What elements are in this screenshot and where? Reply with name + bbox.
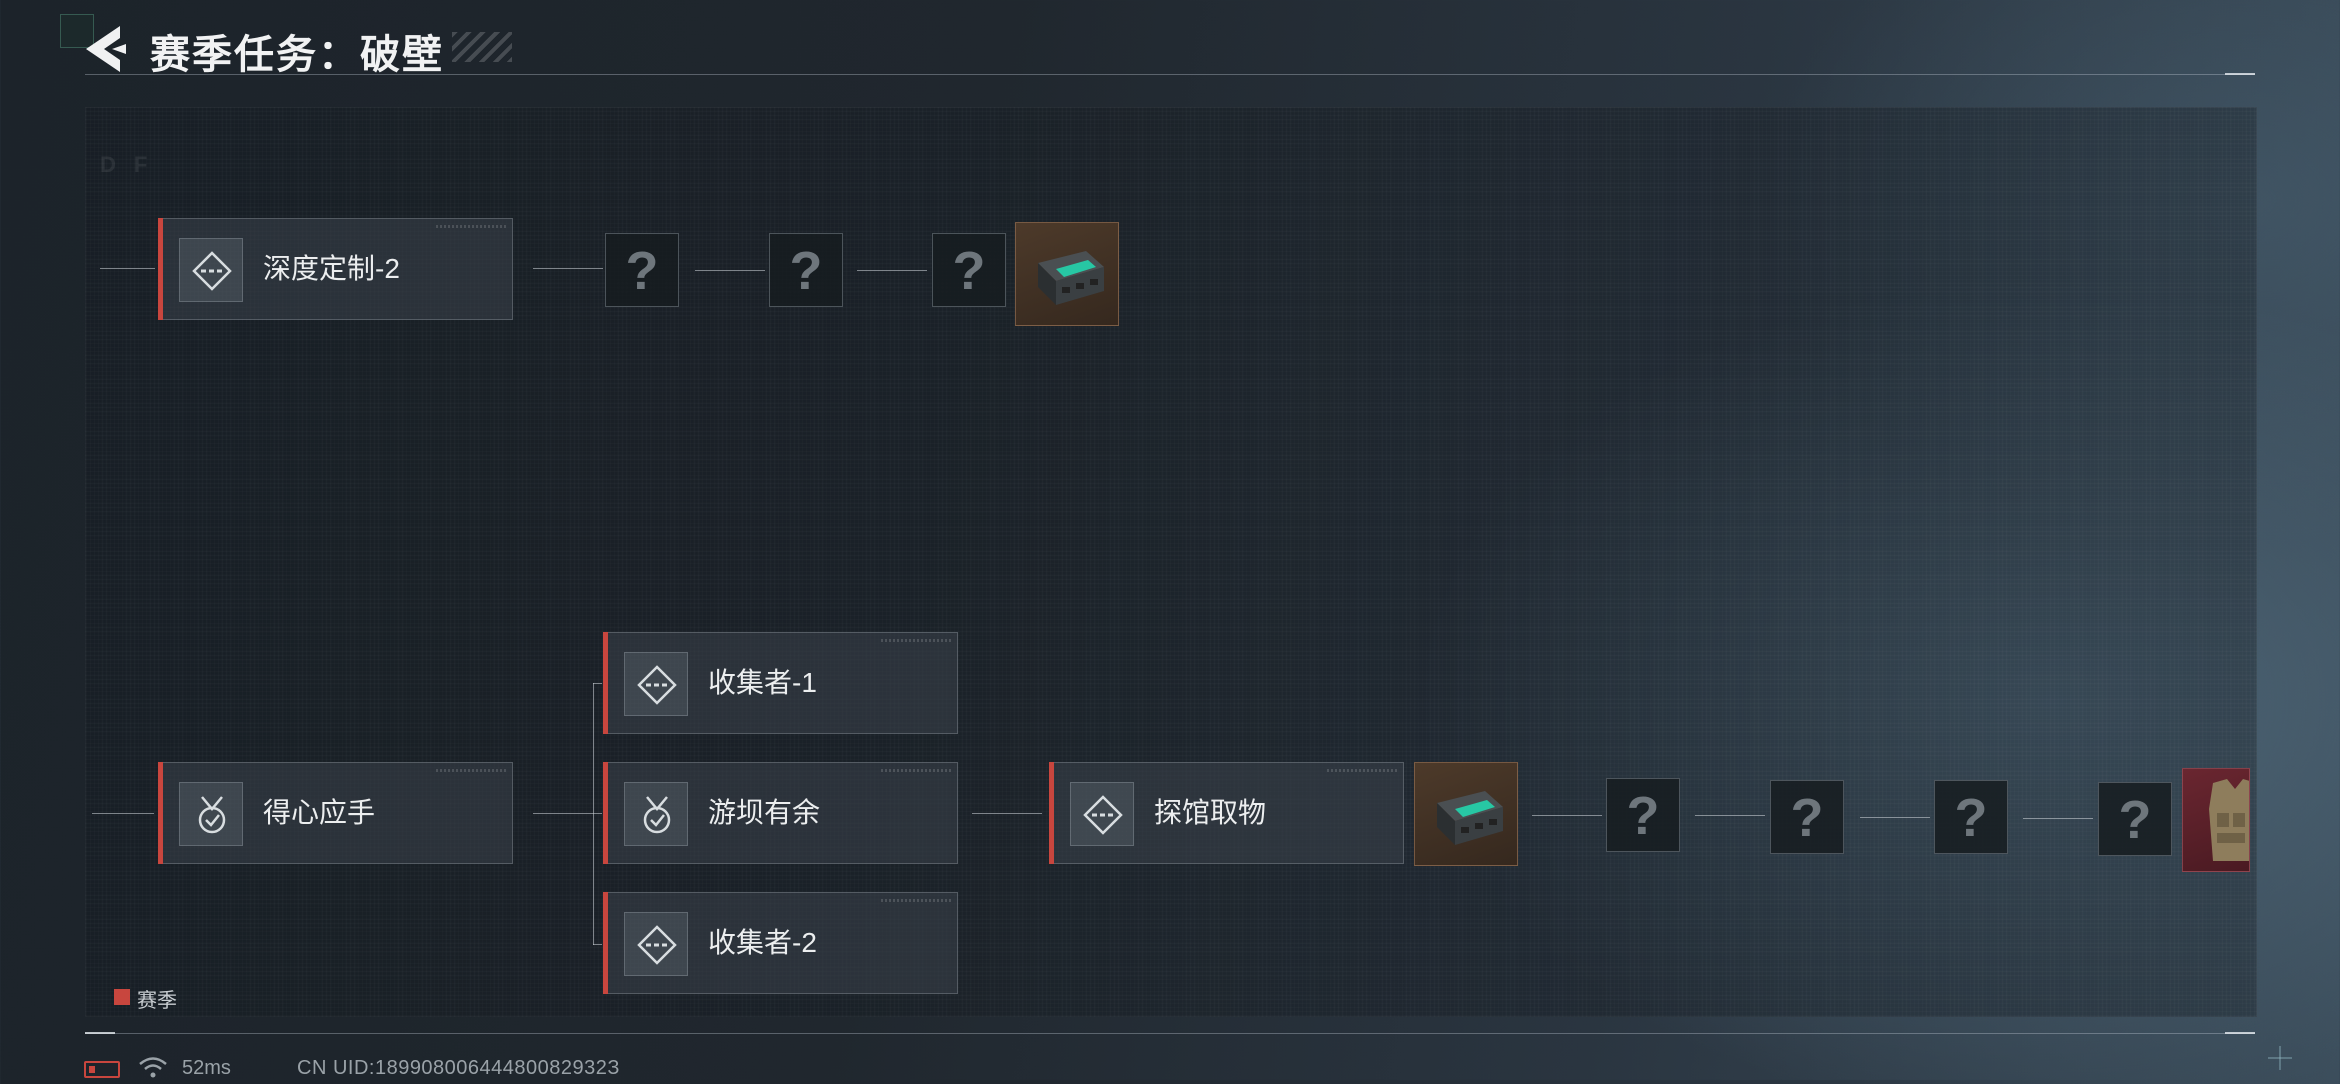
body-armor-icon <box>2209 779 2249 861</box>
header-divider <box>85 74 2255 75</box>
connector <box>1532 815 1602 816</box>
connector <box>92 813 154 814</box>
connector <box>593 944 602 945</box>
locked-reward-box[interactable]: ? <box>605 233 679 307</box>
connector <box>593 813 602 814</box>
task-label: 收集者-1 <box>708 667 817 698</box>
task-node-explore[interactable]: 探馆取物 <box>1049 762 1404 864</box>
diamond-dash-icon <box>179 238 243 302</box>
medal-check-icon <box>624 782 688 846</box>
battery-level <box>89 1066 95 1073</box>
connector <box>2023 818 2093 819</box>
task-label: 深度定制-2 <box>263 253 400 284</box>
locked-reward-box[interactable]: ? <box>2098 782 2172 856</box>
diamond-dash-icon <box>624 652 688 716</box>
reward-ammo-case[interactable] <box>1414 762 1518 866</box>
legend-label: 赛季 <box>137 990 177 1012</box>
task-label: 探馆取物 <box>1154 797 1267 828</box>
connector <box>533 813 593 814</box>
connector <box>533 268 603 269</box>
locked-reward-box[interactable]: ? <box>1606 778 1680 852</box>
footer-divider-accent <box>2225 1032 2255 1034</box>
connector <box>695 270 765 271</box>
task-node-deep-custom[interactable]: 深度定制-2 <box>158 218 513 320</box>
locked-reward-box[interactable]: ? <box>1934 780 2008 854</box>
title-decoration <box>452 32 512 62</box>
task-node-spare[interactable]: 游坝有余 <box>603 762 958 864</box>
ping-text: 52ms <box>182 1057 231 1079</box>
task-node-collector-2[interactable]: 收集者-2 <box>603 892 958 994</box>
legend-color-swatch <box>114 989 130 1005</box>
connector <box>100 268 155 269</box>
reward-body-armor[interactable] <box>2182 768 2250 872</box>
connector <box>857 270 927 271</box>
reward-ammo-case[interactable] <box>1015 222 1119 326</box>
connector-branch <box>593 683 594 945</box>
ammo-case-icon <box>1038 251 1104 305</box>
task-label: 收集者-2 <box>708 927 817 958</box>
diamond-dash-icon <box>1070 782 1134 846</box>
medal-check-icon <box>179 782 243 846</box>
panel-watermark: DF <box>100 152 166 177</box>
locked-reward-box[interactable]: ? <box>932 233 1006 307</box>
back-button[interactable] <box>82 22 130 76</box>
task-label: 游坝有余 <box>708 797 821 828</box>
header-divider-accent <box>2225 73 2255 75</box>
locked-reward-box[interactable]: ? <box>1770 780 1844 854</box>
connector <box>593 683 602 684</box>
task-node-handy[interactable]: 得心应手 <box>158 762 513 864</box>
crosshair-corner-icon <box>2262 1040 2298 1076</box>
task-label: 得心应手 <box>263 797 376 828</box>
footer-divider-accent <box>85 1032 115 1034</box>
ammo-case-icon <box>1437 791 1503 845</box>
user-uid: CN UID:18990800644480082932З <box>297 1057 620 1079</box>
page-title: 赛季任务：破壁 <box>150 33 444 77</box>
connector <box>1860 817 1930 818</box>
footer-divider <box>85 1033 2255 1034</box>
task-node-collector-1[interactable]: 收集者-1 <box>603 632 958 734</box>
connector <box>1695 815 1765 816</box>
back-arrow-icon <box>86 26 126 72</box>
locked-reward-box[interactable]: ? <box>769 233 843 307</box>
connector <box>972 813 1042 814</box>
diamond-dash-icon <box>624 912 688 976</box>
